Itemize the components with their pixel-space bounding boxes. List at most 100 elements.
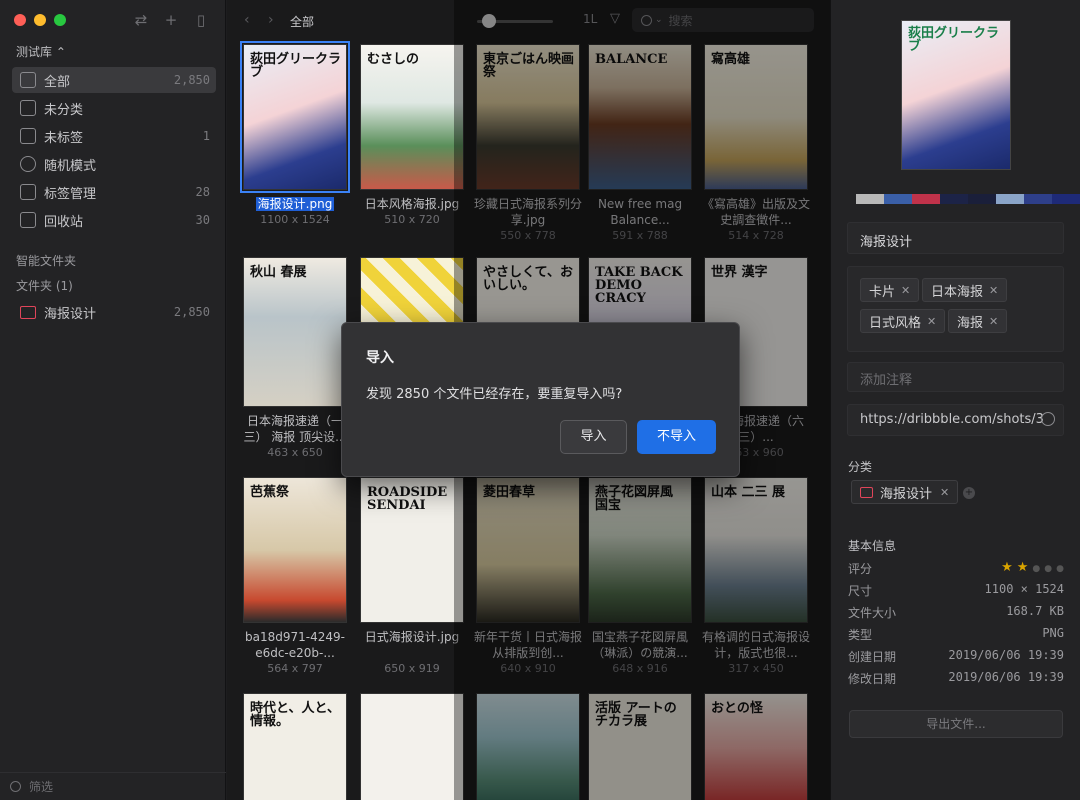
- info-value: PNG: [1042, 626, 1064, 640]
- asset-name[interactable]: 有格调的日式海报设计，版式也很...: [697, 629, 815, 661]
- sidebar-item-untagged[interactable]: 未标签 1: [12, 123, 216, 149]
- poster-text: ROADSIDE SENDAI: [367, 485, 448, 513]
- asset-name-text: New free mag Balance...: [597, 197, 683, 227]
- asset-thumbnail[interactable]: [476, 693, 580, 800]
- tag-chip[interactable]: 海报 ✕: [948, 309, 1008, 333]
- back-icon[interactable]: ‹: [244, 12, 250, 28]
- asset-thumbnail[interactable]: ROADSIDE SENDAI: [360, 477, 464, 623]
- library-switcher[interactable]: 测试库 ⌃: [16, 43, 66, 60]
- close-window-button[interactable]: [14, 14, 26, 26]
- asset-dimensions: 650 x 919: [384, 662, 440, 675]
- sidebar-item-all[interactable]: 全部 2,850: [12, 67, 216, 93]
- asset-thumbnail[interactable]: おとの怪: [704, 693, 808, 800]
- palette-swatch[interactable]: [996, 194, 1024, 204]
- export-file-button[interactable]: 导出文件...: [849, 710, 1063, 738]
- asset-thumbnail[interactable]: 寫高雄: [704, 44, 808, 190]
- forward-icon[interactable]: ›: [268, 12, 274, 28]
- remove-tag-icon[interactable]: ✕: [927, 315, 936, 328]
- star-empty-icon[interactable]: ●: [1056, 564, 1064, 574]
- globe-icon[interactable]: [1041, 412, 1055, 426]
- palette-swatch[interactable]: [968, 194, 996, 204]
- poster-text: TAKE BACK DEMO CRACY: [595, 265, 683, 306]
- poster-text: 燕子花図屏風 国宝: [595, 485, 674, 513]
- asset-thumbnail[interactable]: むさしの: [360, 44, 464, 190]
- zoom-slider-knob[interactable]: [482, 14, 496, 28]
- sidebar-toggle-icon[interactable]: ▯: [192, 11, 210, 29]
- info-key: 尺寸: [848, 584, 873, 598]
- asset-thumbnail[interactable]: 菱田春草: [476, 477, 580, 623]
- sidebar-filter[interactable]: 筛选: [0, 772, 226, 800]
- sidebar-item-random[interactable]: 随机模式: [12, 151, 216, 177]
- asset-thumbnail[interactable]: 秋山 春展: [243, 257, 347, 407]
- lightbulb-icon: [20, 156, 36, 172]
- asset-thumbnail[interactable]: [360, 693, 464, 800]
- add-icon[interactable]: +: [162, 11, 180, 29]
- asset-name-text: 《寫高雄》出版及文史調查徵件...: [701, 197, 810, 227]
- minimize-window-button[interactable]: [34, 14, 46, 26]
- filter-placeholder: 筛选: [29, 780, 54, 794]
- remove-tag-icon[interactable]: ✕: [989, 315, 998, 328]
- add-category-icon[interactable]: +: [963, 487, 975, 499]
- asset-name[interactable]: 日本海报速递（一三） 海报 顶尖设...: [236, 413, 354, 445]
- info-row: 创建日期 2019/06/06 19:39: [848, 648, 1064, 665]
- star-empty-icon[interactable]: ●: [1032, 564, 1040, 574]
- tag-chip[interactable]: 卡片 ✕: [860, 278, 920, 302]
- search-input[interactable]: ⌄ 搜索: [632, 8, 814, 32]
- poster-text: 山本 二三 展: [711, 485, 786, 500]
- note-field[interactable]: 添加注释: [847, 362, 1064, 392]
- asset-name[interactable]: 新年干货丨日式海报从排版到创...: [469, 629, 587, 661]
- asset-thumbnail[interactable]: 山本 二三 展: [704, 477, 808, 623]
- asset-name[interactable]: 日本风格海报.jpg: [353, 196, 471, 212]
- asset-name[interactable]: 珍藏日式海报系列分享.jpg: [469, 196, 587, 228]
- asset-name[interactable]: 《寫高雄》出版及文史調查徵件...: [697, 196, 815, 228]
- asset-name[interactable]: 国宝燕子花図屏風（琳派）の競演...: [581, 629, 699, 661]
- sidebar-item-trash[interactable]: 回收站 30: [12, 207, 216, 233]
- palette-swatch[interactable]: [856, 194, 884, 204]
- name-field[interactable]: 海报设计: [847, 222, 1064, 254]
- folders-heading[interactable]: 文件夹 (1): [16, 277, 73, 294]
- palette-swatch[interactable]: [884, 194, 912, 204]
- import-button[interactable]: 导入: [560, 420, 627, 454]
- asset-name[interactable]: 海报设计.png: [236, 196, 354, 212]
- asset-name[interactable]: ba18d971-4249-e6dc-e20b-...: [236, 629, 354, 661]
- asset-thumbnail[interactable]: 荻田グリークラブ: [240, 41, 350, 193]
- star-filled-icon[interactable]: ★: [1001, 560, 1013, 575]
- sidebar-folder-poster-design[interactable]: 海报设计 2,850: [12, 299, 216, 325]
- asset-thumbnail[interactable]: 芭蕉祭: [243, 477, 347, 623]
- tag-chip[interactable]: 日本海报 ✕: [922, 278, 1008, 302]
- star-empty-icon[interactable]: ●: [1044, 564, 1052, 574]
- asset-thumbnail[interactable]: 燕子花図屏風 国宝: [588, 477, 692, 623]
- palette-swatch[interactable]: [1024, 194, 1052, 204]
- url-field[interactable]: https://dribbble.com/shots/3: [847, 404, 1064, 436]
- skip-import-button[interactable]: 不导入: [637, 420, 716, 454]
- zoom-window-button[interactable]: [54, 14, 66, 26]
- star-filled-icon[interactable]: ★: [1017, 560, 1029, 575]
- tags-box[interactable]: 卡片 ✕ 日本海报 ✕ 日式风格 ✕ 海报 ✕: [847, 266, 1064, 352]
- asset-thumbnail[interactable]: 東京ごはん映画祭: [476, 44, 580, 190]
- category-chip[interactable]: 海报设计 ✕: [851, 480, 959, 504]
- smart-folders-heading[interactable]: 智能文件夹: [16, 252, 76, 269]
- asset-name[interactable]: New free mag Balance...: [581, 196, 699, 228]
- sidebar-item-tag-manager[interactable]: 标签管理 28: [12, 179, 216, 205]
- asset-thumbnail[interactable]: 時代と、人と、情報。: [243, 693, 347, 800]
- asset-dimensions: 640 x 910: [500, 662, 556, 675]
- palette-swatch[interactable]: [912, 194, 940, 204]
- remove-tag-icon[interactable]: ✕: [989, 284, 998, 297]
- untagged-icon: [20, 128, 36, 144]
- remove-tag-icon[interactable]: ✕: [901, 284, 910, 297]
- asset-name[interactable]: 日式海报设计.jpg: [353, 629, 471, 645]
- sidebar-item-uncategorized[interactable]: 未分类: [12, 95, 216, 121]
- info-value: 2019/06/06 19:39: [948, 648, 1064, 662]
- tag-chip[interactable]: 日式风格 ✕: [860, 309, 946, 333]
- swap-icon[interactable]: ⇄: [132, 11, 150, 29]
- asset-name-text: ba18d971-4249-e6dc-e20b-...: [245, 630, 345, 660]
- palette-swatch[interactable]: [940, 194, 968, 204]
- remove-category-icon[interactable]: ✕: [940, 486, 949, 499]
- sort-icon[interactable]: 1L: [583, 12, 597, 26]
- rating-stars[interactable]: ★ ★ ● ● ●: [997, 560, 1064, 577]
- filter-icon[interactable]: ▽: [610, 11, 620, 26]
- asset-thumbnail[interactable]: BALANCE: [588, 44, 692, 190]
- info-key: 修改日期: [848, 672, 897, 686]
- asset-thumbnail[interactable]: 活版 アートのチカラ展: [588, 693, 692, 800]
- palette-swatch[interactable]: [1052, 194, 1080, 204]
